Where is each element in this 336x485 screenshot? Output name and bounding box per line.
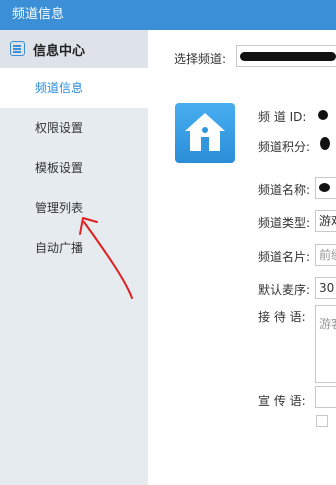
sidebar-item-label: 频道信息 [35, 81, 84, 95]
channel-card-label: 频道名片: [258, 250, 311, 264]
greeting-label: 接 待 语: [258, 310, 306, 324]
redaction-scribble [318, 110, 328, 120]
sidebar-item-templates[interactable]: 模板设置 [0, 148, 148, 188]
channel-type-select[interactable]: 游戏 [315, 210, 336, 232]
list-icon [10, 41, 25, 56]
channel-id-label: 频 道 ID: [258, 110, 307, 124]
channel-home-icon [175, 103, 235, 163]
channel-type-label: 频道类型: [258, 216, 311, 230]
redaction-scribble [319, 183, 330, 192]
select-channel-label: 选择频道: [174, 52, 227, 66]
window-title-bar: 频道信息 [0, 0, 336, 30]
sidebar-item-channel-info[interactable]: 频道信息 [0, 68, 148, 108]
sidebar-item-permissions[interactable]: 权限设置 [0, 108, 148, 148]
channel-card-field[interactable]: 前缀 [315, 244, 336, 266]
channel-name-label: 频道名称: [258, 183, 311, 197]
channel-points-label: 频道积分: [258, 140, 311, 154]
home-icon [185, 113, 225, 151]
window-title: 频道信息 [12, 7, 65, 22]
slogan-label: 宣 传 语: [258, 394, 306, 408]
sidebar-item-label: 权限设置 [35, 121, 84, 135]
option-checkbox[interactable] [316, 415, 328, 427]
annotation-arrow [79, 217, 133, 299]
sidebar-title: 信息中心 [33, 44, 86, 59]
greeting-textarea[interactable]: 游客 [315, 305, 336, 383]
sidebar-item-label: 模板设置 [35, 161, 84, 175]
sidebar-header: 信息中心 [0, 30, 148, 68]
slogan-field[interactable] [315, 386, 336, 408]
redaction-scribble [240, 52, 336, 61]
default-mic-field[interactable]: 30 [315, 277, 336, 299]
default-mic-label: 默认麦序: [258, 283, 311, 297]
redaction-scribble [320, 137, 330, 150]
